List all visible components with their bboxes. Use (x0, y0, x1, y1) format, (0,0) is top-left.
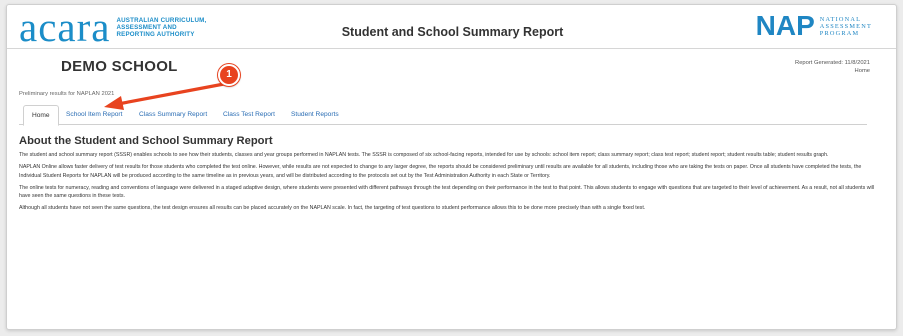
tab-class-summary-report[interactable]: Class Summary Report (139, 105, 207, 125)
report-tabs: Home School Item Report Class Summary Re… (19, 105, 867, 126)
nap-tagline-line: Program (819, 29, 860, 37)
description-paragraph: NAPLAN Online allows faster delivery of … (19, 164, 862, 179)
nap-tagline-line: Assessment (819, 22, 872, 30)
report-window: acara Australian Curriculum, Assessment … (6, 4, 897, 330)
tab-class-test-report[interactable]: Class Test Report (223, 105, 275, 125)
report-meta: Report Generated: 11/8/2021 Home (795, 59, 870, 75)
tab-student-reports[interactable]: Student Reports (291, 105, 339, 125)
report-header: acara Australian Curriculum, Assessment … (7, 5, 896, 49)
breadcrumb: Home (854, 68, 870, 74)
section-title: About the Student and School Summary Rep… (19, 135, 273, 147)
description-paragraph: The online tests for numeracy, reading a… (19, 184, 875, 200)
school-name: DEMO SCHOOL (61, 58, 178, 75)
nap-logo-word: NAP (755, 10, 815, 41)
report-description: The student and school summary report (S… (19, 151, 875, 217)
annotation-step-badge: 1 (218, 64, 240, 86)
report-generated-date: Report Generated: 11/8/2021 (795, 60, 870, 66)
nap-logo-tagline: National Assessment Program (820, 16, 872, 37)
nap-tagline-line: National (819, 15, 862, 23)
nap-logo: NAP National Assessment Program (756, 11, 872, 41)
description-paragraph: The student and school summary report (S… (19, 152, 829, 158)
tab-school-item-report[interactable]: School Item Report (66, 105, 122, 125)
tab-home[interactable]: Home (23, 105, 59, 126)
acara-tagline-line: Australian Curriculum, (116, 16, 207, 24)
description-paragraph: Although all students have not seen the … (19, 205, 646, 212)
preliminary-note: Preliminary results for NAPLAN 2021 (19, 91, 115, 97)
